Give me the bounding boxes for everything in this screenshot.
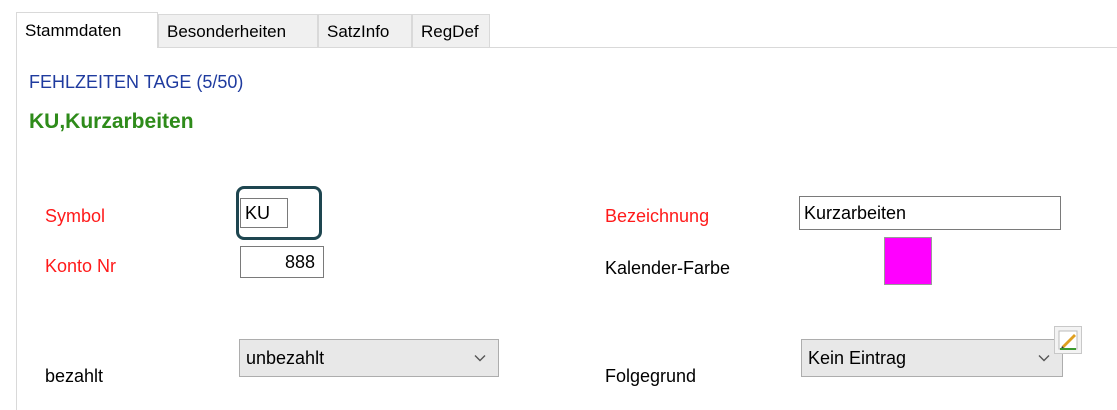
- chevron-down-icon: [474, 355, 486, 362]
- kalender-color-swatch[interactable]: [884, 237, 932, 285]
- kalender-farbe-label: Kalender-Farbe: [605, 258, 731, 278]
- chevron-down-icon: [1038, 355, 1050, 362]
- tab-regdef[interactable]: RegDef: [412, 14, 490, 48]
- bezahlt-dropdown[interactable]: unbezahlt: [239, 339, 499, 377]
- folgegrund-edit-button[interactable]: [1054, 326, 1082, 354]
- tab-stammdaten[interactable]: Stammdaten: [16, 12, 158, 48]
- folgegrund-label: Folgegrund: [605, 366, 697, 386]
- stammdaten-panel: FEHLZEITEN TAGE (5/50) KU,Kurzarbeiten S…: [16, 47, 1117, 410]
- symbol-label: Symbol: [45, 206, 106, 226]
- bezeichnung-input[interactable]: Kurzarbeiten: [799, 196, 1061, 230]
- folgegrund-dropdown-value: Kein Eintrag: [808, 348, 907, 368]
- konto-nr-label: Konto Nr: [45, 256, 117, 276]
- konto-nr-input[interactable]: 888: [240, 246, 324, 278]
- folgegrund-dropdown[interactable]: Kein Eintrag: [801, 339, 1063, 377]
- record-subtitle: FEHLZEITEN TAGE (5/50): [29, 72, 244, 92]
- symbol-input[interactable]: KU: [240, 198, 288, 228]
- record-title: KU,Kurzarbeiten: [29, 110, 194, 133]
- bezahlt-dropdown-value: unbezahlt: [246, 348, 325, 368]
- bezeichnung-label: Bezeichnung: [605, 206, 710, 226]
- pencil-edit-icon: [1058, 330, 1078, 350]
- tab-besonderheiten[interactable]: Besonderheiten: [158, 14, 318, 48]
- bezahlt-label: bezahlt: [45, 366, 104, 386]
- tab-satzinfo[interactable]: SatzInfo: [318, 14, 412, 48]
